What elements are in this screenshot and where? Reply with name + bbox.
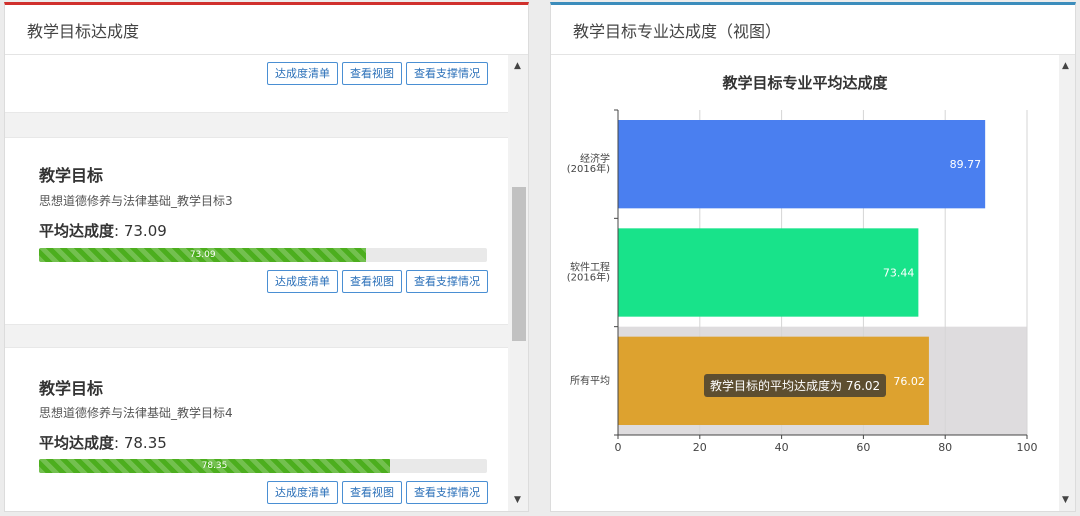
view-chart-button[interactable]: 查看视图: [342, 481, 402, 504]
x-tick-label: 0: [615, 441, 622, 454]
bar: [618, 228, 919, 317]
goal-heading: 教学目标: [39, 379, 104, 398]
course-target-name: 思想道德修养与法律基础_教学目标3: [39, 194, 233, 208]
average-achievement: 平均达成度: 73.09: [39, 222, 167, 240]
goal-major-view-panel: 教学目标专业达成度（视图） 教学目标专业平均达成度 89.77 经济学 (2016年…: [550, 2, 1076, 512]
achievement-progress-bar: 73.09: [39, 248, 487, 262]
bar: [618, 120, 986, 209]
course-target-name: 思想道德修养与法律基础_教学目标4: [39, 406, 233, 420]
bar-chart: 教学目标专业平均达成度 89.77 经济学 (2016年) 73.44 软件工程 (201…: [551, 55, 1059, 511]
scroll-down-arrow-icon[interactable]: ▼: [1062, 495, 1069, 505]
vertical-scrollbar[interactable]: ▲ ▼: [510, 55, 528, 511]
bar-value-label: 76.02: [893, 375, 925, 388]
scroll-up-arrow-icon[interactable]: ▲: [1062, 61, 1069, 71]
x-tick-label: 60: [856, 441, 870, 454]
vertical-scrollbar[interactable]: ▲ ▼: [1059, 55, 1075, 511]
goal-card: 达成度清单 查看视图 查看支撑情况: [5, 55, 508, 113]
goal-heading: 教学目标: [39, 166, 104, 185]
category-label: 所有平均: [570, 374, 610, 387]
category-label: (2016年): [567, 162, 610, 175]
category-label: (2016年): [567, 271, 610, 284]
x-tick-label: 80: [938, 441, 952, 454]
progress-fill: 73.09: [39, 248, 367, 262]
x-tick-label: 20: [693, 441, 707, 454]
achievement-list-button[interactable]: 达成度清单: [267, 270, 338, 293]
view-chart-button[interactable]: 查看视图: [342, 62, 402, 85]
achievement-list-button[interactable]: 达成度清单: [267, 481, 338, 504]
average-achievement: 平均达成度: 78.35: [39, 434, 167, 452]
goal-card: 教学目标 思想道德修养与法律基础_教学目标4 平均达成度: 78.35 78.3…: [5, 347, 508, 511]
progress-fill: 78.35: [39, 459, 390, 473]
average-value: 73.09: [123, 222, 167, 240]
panel-title: 教学目标专业达成度（视图）: [551, 5, 1075, 55]
scrollbar-thumb[interactable]: [512, 187, 526, 341]
goal-list[interactable]: 达成度清单 查看视图 查看支撑情况 教学目标 思想道德修养与法律基础_教学目标3…: [5, 55, 510, 511]
bar-value-label: 89.77: [950, 158, 982, 171]
bar-value-label: 73.44: [883, 267, 915, 280]
scroll-down-arrow-icon[interactable]: ▼: [514, 495, 521, 505]
goal-achievement-panel: 教学目标达成度 达成度清单 查看视图 查看支撑情况 教学目标 思想道德修养与法律…: [4, 2, 529, 512]
view-chart-button[interactable]: 查看视图: [342, 270, 402, 293]
panel-title: 教学目标达成度: [5, 5, 528, 55]
x-tick-label: 40: [775, 441, 789, 454]
average-value: 78.35: [123, 434, 167, 452]
average-label: 平均达成度: [39, 222, 115, 240]
chart-tooltip: 教学目标的平均达成度为 76.02: [704, 374, 887, 397]
scroll-up-arrow-icon[interactable]: ▲: [514, 61, 521, 71]
x-tick-label: 100: [1017, 441, 1038, 454]
chart-canvas: 89.77经济学(2016年)73.44软件工程(2016年)76.02所有平均…: [567, 109, 1038, 454]
achievement-progress-bar: 78.35: [39, 459, 487, 473]
average-label: 平均达成度: [39, 434, 115, 452]
achievement-list-button[interactable]: 达成度清单: [267, 62, 338, 85]
goal-card: 教学目标 思想道德修养与法律基础_教学目标3 平均达成度: 73.09 73.0…: [5, 137, 508, 325]
view-support-button[interactable]: 查看支撑情况: [406, 270, 488, 293]
view-support-button[interactable]: 查看支撑情况: [406, 62, 488, 85]
view-support-button[interactable]: 查看支撑情况: [406, 481, 488, 504]
